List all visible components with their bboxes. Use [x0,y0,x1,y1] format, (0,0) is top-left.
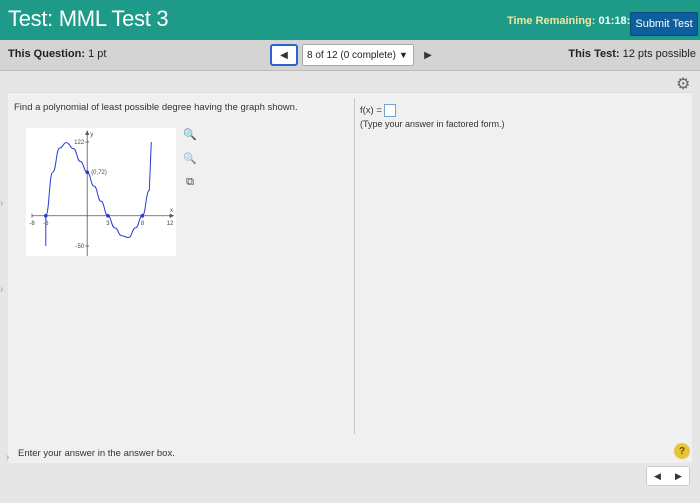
left-edge-marker-2: › [0,284,4,295]
zoom-in-button[interactable]: 🔍 [182,126,198,142]
help-button[interactable]: ? [674,443,690,459]
y-tick-bottom-label: -50 [76,244,85,250]
next-question-button[interactable]: ▶ [418,44,438,66]
popout-button[interactable]: ⧉ [182,174,198,190]
this-question-label: This Question: [8,48,85,60]
point-label: (0,72) [91,170,107,176]
this-test-value: 12 pts possible [622,48,696,60]
zoom-out-button[interactable]: 🔍 [182,150,198,166]
chevron-down-icon: ▼ [398,50,408,60]
panel-divider [354,98,355,434]
question-selector-text: 8 of 12 (0 complete) [307,49,396,61]
answer-input[interactable] [383,104,396,117]
y-axis-label: y [90,132,93,138]
submit-test-button[interactable]: Submit Test [630,12,698,36]
popout-icon: ⧉ [186,175,194,188]
answer-hint: (Type your answer in factored form.) [360,119,505,129]
next-page-button[interactable]: ▶ [675,471,682,482]
footer-message: Enter your answer in the answer box. [18,448,175,459]
left-edge-marker-3: › [6,452,10,463]
question-bar: This Question: 1 pt ◀ 8 of 12 (0 complet… [0,40,700,71]
time-remaining: Time Remaining: 01:18:26 [507,15,643,27]
title-name: MML Test 3 [58,6,169,31]
zoom-in-icon: 🔍 [183,128,197,141]
x-tick-label: -8 [29,221,35,227]
x-tick-label: 12 [167,221,174,227]
question-prompt: Find a polynomial of least possible degr… [14,102,298,113]
data-point [140,213,145,218]
x-axis-label: x [170,208,173,214]
page-title: Test: MML Test 3 [8,6,169,32]
gear-icon[interactable]: ⚙ [676,74,690,94]
arrow-right-icon: ▶ [424,49,432,61]
zoom-out-icon: 🔍 [183,152,197,165]
title-prefix: Test: [8,6,53,31]
question-selector[interactable]: 8 of 12 (0 complete) ▼ [302,44,414,66]
graph-background [26,128,176,256]
answer-area: f(x) = [360,104,396,117]
this-test-label: This Test: [568,48,620,60]
data-point [44,213,48,218]
header: Test: MML Test 3 Time Remaining: 01:18:2… [0,0,700,40]
help-icon: ? [678,445,686,457]
data-point [85,170,89,175]
y-tick-top-label: 122 [74,140,85,146]
arrow-left-icon: ◀ [280,49,288,61]
this-question-value: 1 pt [88,48,107,60]
page-nav: ◀ ▶ [646,466,690,486]
data-point [106,213,110,218]
this-test: This Test: 12 pts possible [568,48,696,60]
answer-prefix: f(x) = [360,105,382,117]
left-edge-marker: › [0,198,4,209]
prev-question-button[interactable]: ◀ [270,44,298,66]
prev-page-button[interactable]: ◀ [654,471,661,482]
polynomial-graph: y x 122 -50 (0,72) -8 -6 3 8 12 [26,128,176,256]
this-question: This Question: 1 pt [8,48,106,60]
time-label: Time Remaining: [507,15,596,27]
